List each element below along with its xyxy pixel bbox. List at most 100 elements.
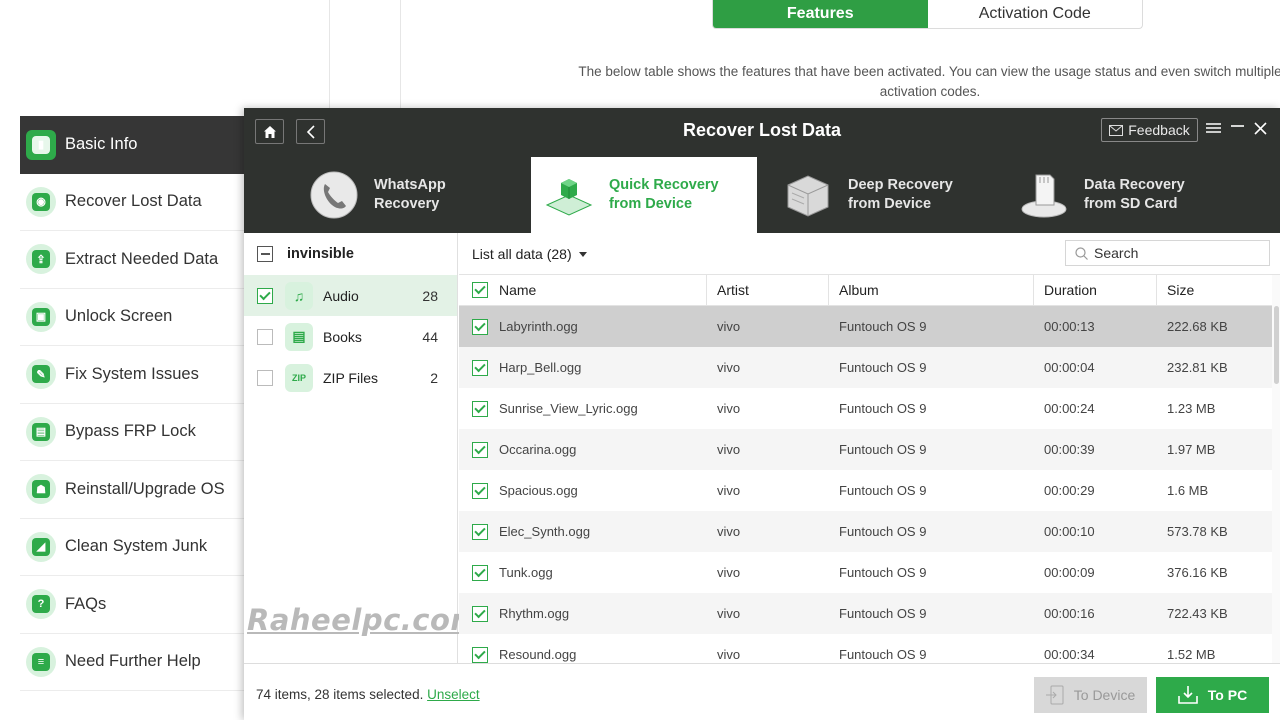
sidebar-item-bypass-frp-lock[interactable]: ▤ Bypass FRP Lock (20, 404, 246, 461)
question-icon: ? (26, 589, 56, 620)
background-divider (400, 0, 401, 108)
row-checkbox[interactable] (472, 318, 488, 335)
column-header-size[interactable]: Size (1157, 275, 1272, 306)
sidebar-item-unlock-screen[interactable]: ▣ Unlock Screen (20, 289, 246, 346)
table-row[interactable]: Tunk.ogg vivo Funtouch OS 9 00:00:09 376.16 … (459, 552, 1272, 593)
sidebar-item-basic-info[interactable]: ▮ Basic Info (20, 116, 246, 174)
tab-features[interactable]: Features (713, 0, 928, 28)
device-header: invinsible (244, 233, 457, 275)
table-row[interactable]: Sunrise_View_Lyric.ogg vivo Funtouch OS 9 0… (459, 388, 1272, 429)
close-button[interactable] (1254, 119, 1267, 140)
row-checkbox[interactable] (472, 646, 488, 663)
sd-card-icon (1021, 174, 1067, 218)
category-zip-files[interactable]: ZIP ZIP Files 2 (244, 357, 457, 398)
row-checkbox[interactable] (472, 400, 488, 417)
minimize-icon (1231, 125, 1244, 127)
music-note-icon: ♫ (285, 281, 313, 310)
sidebar-item-label: Basic Info (65, 135, 138, 154)
row-checkbox[interactable] (472, 359, 488, 376)
cell-file-name: Resound.ogg (499, 647, 577, 662)
recover-lost-data-window: Recover Lost Data Feedback WhatsApp Recov… (244, 108, 1280, 720)
unlock-icon: ▤ (26, 416, 56, 447)
unselect-link[interactable]: Unselect (427, 687, 480, 702)
mode-label-line1: WhatsApp (374, 177, 446, 193)
mode-sd-card-recovery[interactable]: Data Recovery from SD Card (1006, 157, 1236, 233)
table-header: Name Artist Album Duration Size (459, 274, 1272, 306)
minimize-button[interactable] (1231, 119, 1244, 140)
table-row[interactable]: Harp_Bell.ogg vivo Funtouch OS 9 00:00:04 23… (459, 347, 1272, 388)
sidebar-item-clean-system-junk[interactable]: ◢ Clean System Junk (20, 519, 246, 576)
features-description: The below table shows the features that … (578, 64, 1280, 99)
select-all-checkbox[interactable] (472, 282, 488, 298)
column-header-artist[interactable]: Artist (707, 274, 829, 306)
hamburger-menu-icon (1206, 123, 1221, 133)
cell-album: Funtouch OS 9 (839, 360, 927, 375)
table-row[interactable]: Spacious.ogg vivo Funtouch OS 9 00:00:29 1.6… (459, 470, 1272, 511)
table-row[interactable]: Occarina.ogg vivo Funtouch OS 9 00:00:39 1.9… (459, 429, 1272, 470)
category-checkbox[interactable] (257, 328, 273, 345)
cell-album: Funtouch OS 9 (839, 319, 927, 334)
cell-duration: 00:00:13 (1044, 319, 1095, 334)
cell-size: 376.16 KB (1167, 565, 1228, 580)
table-row[interactable]: Resound.ogg vivo Funtouch OS 9 00:00:34 1.52… (459, 634, 1272, 663)
category-checkbox[interactable] (257, 369, 273, 386)
sidebar-item-extract-needed-data[interactable]: ⇪ Extract Needed Data (20, 231, 246, 289)
tab-activation-code[interactable]: Activation Code (928, 0, 1143, 28)
column-header-name[interactable]: Name (499, 282, 536, 298)
row-checkbox[interactable] (472, 605, 488, 622)
main-sidebar: ▮ Basic Info ◉ Recover Lost Data ⇪ Extract Ne… (20, 116, 246, 716)
menu-button[interactable] (1206, 119, 1221, 140)
category-checkbox[interactable] (257, 287, 273, 304)
mail-icon (1109, 124, 1124, 136)
sidebar-item-faqs[interactable]: ? FAQs (20, 576, 246, 634)
mode-quick-recovery[interactable]: Quick Recovery from Device (531, 157, 757, 233)
cell-artist: vivo (717, 442, 741, 457)
sidebar-item-recover-lost-data[interactable]: ◉ Recover Lost Data (20, 174, 246, 231)
column-header-duration[interactable]: Duration (1034, 274, 1157, 306)
sidebar-item-need-further-help[interactable]: ≡ Need Further Help (20, 634, 246, 691)
cell-album: Funtouch OS 9 (839, 483, 927, 498)
title-bar: Recover Lost Data Feedback (244, 108, 1280, 155)
list-filter-dropdown[interactable]: List all data (28) (472, 246, 587, 262)
cell-size: 722.43 KB (1167, 606, 1228, 621)
mode-deep-recovery[interactable]: Deep Recovery from Device (770, 157, 1000, 233)
column-header-album[interactable]: Album (829, 274, 1034, 306)
scrollbar-thumb[interactable] (1274, 306, 1279, 384)
sidebar-item-fix-system-issues[interactable]: ✎ Fix System Issues (20, 346, 246, 404)
row-checkbox[interactable] (472, 441, 488, 458)
help-doc-icon: ≡ (26, 646, 56, 677)
cell-size: 1.97 MB (1167, 442, 1216, 457)
mode-whatsapp-recovery[interactable]: WhatsApp Recovery (296, 157, 526, 233)
zip-icon: ZIP (285, 363, 313, 392)
table-row[interactable]: Rhythm.ogg vivo Funtouch OS 9 00:00:16 722.4… (459, 593, 1272, 634)
search-input[interactable]: Search (1065, 240, 1270, 266)
row-checkbox[interactable] (472, 523, 488, 540)
export-to-device-icon (1045, 685, 1064, 705)
mode-label-line2: Recovery (374, 196, 440, 212)
cell-file-name: Labyrinth.ogg (499, 319, 578, 334)
table-row[interactable]: Labyrinth.ogg vivo Funtouch OS 9 00:00:13 22… (459, 306, 1272, 347)
cell-duration: 00:00:29 (1044, 483, 1095, 498)
table-row[interactable]: Elec_Synth.ogg vivo Funtouch OS 9 00:00:10 5… (459, 511, 1272, 552)
sidebar-item-reinstall-upgrade-os[interactable]: ☗ Reinstall/Upgrade OS (20, 461, 246, 519)
cell-size: 1.23 MB (1167, 401, 1216, 416)
cell-duration: 00:00:10 (1044, 524, 1095, 539)
background-panel (0, 0, 330, 108)
android-icon: ☗ (26, 474, 56, 505)
sidebar-item-label: Clean System Junk (65, 537, 208, 556)
cell-name-column: Labyrinth.ogg (459, 318, 707, 335)
to-pc-button[interactable]: To PC (1156, 677, 1269, 713)
select-all-device-checkbox[interactable] (257, 246, 273, 262)
broom-icon: ◢ (26, 531, 56, 562)
to-device-button[interactable]: To Device (1034, 677, 1147, 713)
row-checkbox[interactable] (472, 482, 488, 499)
sidebar-item-label: Fix System Issues (65, 364, 199, 383)
list-filter-label: List all data (28) (472, 246, 572, 262)
category-books[interactable]: ▤ Books 44 (244, 316, 457, 357)
column-header-label: Size (1167, 282, 1195, 298)
category-name: Books (323, 328, 362, 345)
feedback-button[interactable]: Feedback (1101, 118, 1198, 142)
category-audio[interactable]: ♫ Audio 28 (244, 275, 457, 316)
cell-size: 1.52 MB (1167, 647, 1216, 662)
row-checkbox[interactable] (472, 564, 488, 581)
